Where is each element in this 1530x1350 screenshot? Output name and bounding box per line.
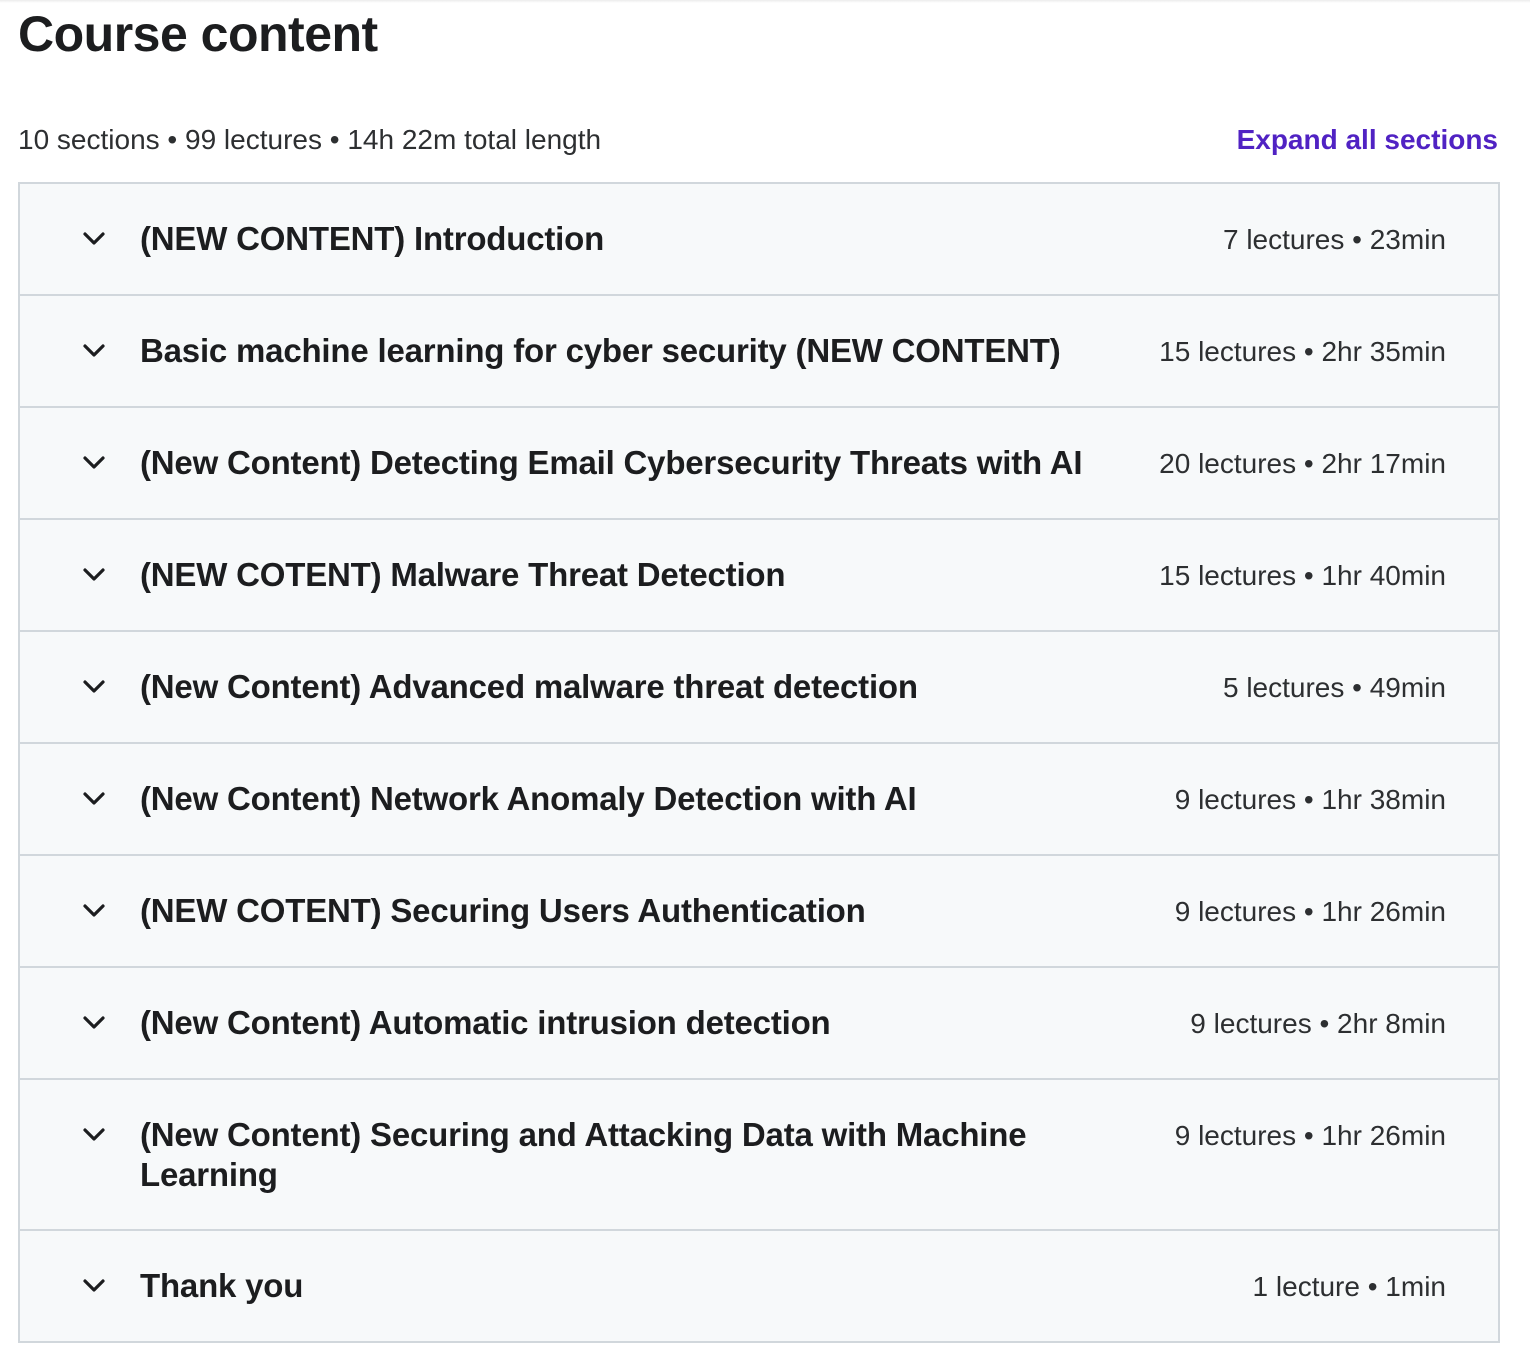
section-title: (New Content) Securing and Attacking Dat… [140,1116,1027,1193]
section-header-9[interactable]: (New Content) Securing and Attacking Dat… [20,1080,1498,1231]
section-meta: 15 lectures • 2hr 35min [1159,336,1446,367]
chevron-down-icon[interactable] [82,230,106,248]
section-header-10[interactable]: Thank you 1 lecture • 1min [20,1231,1498,1343]
section-title: Thank you [140,1267,304,1304]
section-header-7[interactable]: (NEW COTENT) Securing Users Authenticati… [20,856,1498,968]
chevron-down-icon[interactable] [82,902,106,920]
chevron-down-icon[interactable] [82,678,106,696]
section-meta: 9 lectures • 1hr 38min [1174,784,1446,815]
course-summary-text: 10 sections • 99 lectures • 14h 22m tota… [18,124,602,155]
section-title: (NEW CONTENT) Introduction [140,220,605,257]
section-meta: 9 lectures • 1hr 26min [1174,896,1446,927]
section-meta: 9 lectures • 1hr 26min [1174,1120,1446,1151]
expand-all-sections-link[interactable]: Expand all sections [1237,124,1498,156]
course-summary-row: 10 sections • 99 lectures • 14h 22m tota… [18,118,1498,162]
section-meta: 7 lectures • 23min [1222,224,1446,255]
section-title: Basic machine learning for cyber securit… [140,332,1061,369]
page-title: Course content [18,6,378,62]
chevron-down-icon[interactable] [82,454,106,472]
section-meta: 9 lectures • 2hr 8min [1190,1008,1446,1039]
section-header-5[interactable]: (New Content) Advanced malware threat de… [20,632,1498,744]
chevron-down-icon[interactable] [82,1277,106,1295]
section-header-4[interactable]: (NEW COTENT) Malware Threat Detection 15… [20,520,1498,632]
section-header-1[interactable]: (NEW CONTENT) Introduction 7 lectures • … [20,184,1498,296]
chevron-down-icon[interactable] [82,790,106,808]
section-meta: 5 lectures • 49min [1222,672,1446,703]
section-title: (NEW COTENT) Securing Users Authenticati… [140,892,866,929]
section-header-3[interactable]: (New Content) Detecting Email Cybersecur… [20,408,1498,520]
chevron-down-icon[interactable] [82,342,106,360]
section-header-6[interactable]: (New Content) Network Anomaly Detection … [20,744,1498,856]
section-header-8[interactable]: (New Content) Automatic intrusion detect… [20,968,1498,1080]
section-title: (New Content) Advanced malware threat de… [140,668,918,705]
chevron-down-icon[interactable] [82,1126,106,1144]
section-meta: 20 lectures • 2hr 17min [1159,448,1446,479]
section-title: (New Content) Automatic intrusion detect… [140,1004,831,1041]
chevron-down-icon[interactable] [82,566,106,584]
section-title: (NEW COTENT) Malware Threat Detection [140,556,786,593]
section-meta: 15 lectures • 1hr 40min [1159,560,1446,591]
section-meta: 1 lecture • 1min [1252,1271,1446,1302]
section-header-2[interactable]: Basic machine learning for cyber securit… [20,296,1498,408]
section-title: (New Content) Detecting Email Cybersecur… [140,444,1083,481]
chevron-down-icon[interactable] [82,1014,106,1032]
section-title: (New Content) Network Anomaly Detection … [140,780,917,817]
sections-accordion: (NEW CONTENT) Introduction 7 lectures • … [18,182,1500,1343]
